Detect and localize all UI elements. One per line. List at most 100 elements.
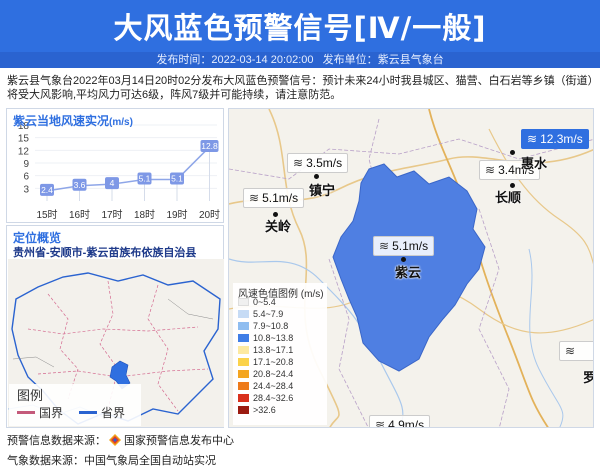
scale-item: 13.8~17.1 (238, 345, 293, 355)
scale-label: 7.9~10.8 (253, 321, 289, 331)
publish-unit: 发布单位：紫云县气象台 (322, 54, 444, 66)
scale-label: 5.4~7.9 (253, 309, 284, 319)
scale-swatch (238, 310, 249, 318)
city-huishui: 惠水 (521, 156, 548, 171)
legend-label: 省界 (101, 406, 126, 420)
warning-center-logo-icon (109, 434, 121, 446)
legend-item-province-border: 省界 (79, 404, 125, 421)
scale-item: >32.6 (238, 405, 276, 415)
scale-label: 0~5.4 (253, 297, 276, 307)
city-luo: 罗 (583, 367, 593, 386)
legend-title: 图例 (17, 388, 44, 403)
wind-icon: ≋ (565, 344, 576, 358)
legend-label: 国界 (39, 406, 64, 420)
scale-label: 24.4~28.4 (253, 381, 294, 391)
warning-description: 紫云县气象台2022年03月14日20时02分发布大风蓝色预警信号：预计未来24… (7, 75, 594, 101)
warning-source-line: 预警信息数据来源： 国家预警信息发布中心 (7, 432, 234, 448)
city-dot-zhenning (314, 174, 319, 179)
warning-source-label: 预警信息数据来源： (7, 435, 106, 447)
chart-title: 紫云当地风速实况(m/s) (13, 112, 133, 129)
wind-value: 5.1m/s (392, 239, 429, 253)
scale-item: 7.9~10.8 (238, 321, 288, 331)
scale-item: 24.4~28.4 (238, 381, 293, 391)
wind-value: 5.1m/s (262, 191, 299, 205)
legend-item-national-border: 国界 (17, 404, 63, 421)
wind-label-huishui[interactable]: ≋ 12.3m/s (521, 129, 589, 149)
weather-source-line: 气象数据来源：中国气象局全国自动站实况 (7, 455, 216, 467)
chart-unit: (m/s) (109, 117, 133, 128)
wind-icon: ≋ (379, 239, 390, 253)
scale-swatch (238, 394, 249, 402)
y-tick-label: 12 (18, 146, 30, 157)
wind-icon: ≋ (375, 418, 386, 428)
city-guanling: 关岭 (265, 219, 292, 234)
x-tick-label: 20时 (199, 209, 220, 221)
wind-label-south[interactable]: ≋ 4.9m/s (369, 415, 431, 428)
scale-item: 0~5.4 (238, 297, 276, 307)
scale-swatch (238, 370, 249, 378)
scale-item: 17.1~20.8 (238, 357, 293, 367)
scale-label: 28.4~32.6 (253, 393, 294, 403)
city-zhenning: 镇宁 (309, 183, 336, 198)
overview-legend: 图例 国界 省界 (9, 384, 141, 426)
wind-value: 4.9m/s (388, 418, 425, 428)
x-tick-label: 16时 (69, 209, 90, 221)
scale-swatch (238, 358, 249, 366)
wind-icon: ≋ (249, 191, 260, 205)
national-border-swatch (17, 411, 35, 414)
x-tick-label: 15时 (36, 209, 57, 221)
city-changshun: 长顺 (495, 190, 522, 205)
scale-label: 17.1~20.8 (253, 357, 294, 367)
scale-swatch (238, 322, 249, 330)
value-label: 4 (110, 178, 115, 188)
value-label: 5.1 (139, 173, 151, 183)
y-tick-label: 9 (23, 159, 29, 170)
warning-title: 大风蓝色预警信号[Ⅳ/一般] (113, 11, 487, 45)
chart-title-text: 紫云当地风速实况 (13, 114, 110, 128)
value-label: 3.6 (74, 180, 86, 190)
scale-item: 10.8~13.8 (238, 333, 293, 343)
city-dot-huishui (510, 150, 515, 155)
wind-label-zhenning[interactable]: ≋ 3.5m/s (287, 153, 349, 173)
series-line (46, 146, 211, 192)
scale-swatch (238, 346, 249, 354)
location-overview-panel: 定位概览 贵州省-安顺市-紫云苗族布依族自治县 图例 国界 省界 (6, 225, 224, 428)
y-tick-label: 3 (23, 184, 29, 195)
meta-bar: 发布时间：2022-03-14 20:02:00 发布单位：紫云县气象台 (0, 52, 600, 68)
scale-swatch (238, 298, 249, 306)
scale-swatch (238, 382, 249, 390)
header-banner: 大风蓝色预警信号[Ⅳ/一般] (0, 0, 600, 52)
wind-speed-scale-legend: 风速色值图例 (m/s) 0~5.4 5.4~7.9 7.9~10.8 10.8… (233, 283, 327, 425)
wind-value: 3.5m/s (306, 156, 343, 170)
scale-item: 20.8~24.4 (238, 369, 293, 379)
wind-icon: ≋ (527, 132, 538, 146)
wind-label-ziyun[interactable]: ≋ 5.1m/s (373, 236, 435, 256)
y-tick-label: 6 (23, 172, 29, 183)
wind-icon: ≋ (485, 163, 496, 177)
city-ziyun: 紫云 (395, 265, 422, 280)
wind-icon: ≋ (293, 156, 304, 170)
scale-swatch (238, 406, 249, 414)
x-tick-label: 17时 (101, 209, 122, 221)
province-border-swatch (79, 411, 97, 414)
wind-label-east-edge[interactable]: ≋ (559, 341, 593, 361)
publish-time: 发布时间：2022-03-14 20:02:00 (156, 54, 314, 66)
scale-item: 28.4~32.6 (238, 393, 293, 403)
y-tick-label: 15 (18, 134, 30, 145)
scale-label: 20.8~24.4 (253, 369, 294, 379)
scale-label: 13.8~17.1 (253, 345, 294, 355)
scale-swatch (238, 334, 249, 342)
scale-item: 5.4~7.9 (238, 309, 283, 319)
warning-source-name: 国家预警信息发布中心 (124, 435, 234, 447)
x-tick-label: 18时 (134, 209, 155, 221)
main-wind-map[interactable]: ≋ 12.3m/s ≋ 3.5m/s ≋ 3.4m/s ≋ 5.1m/s ≋ 5… (228, 108, 594, 428)
value-label: 5.1 (171, 173, 183, 183)
wind-value: 12.3m/s (540, 132, 583, 146)
wind-speed-chart-panel: 18 15 12 9 6 3 2.4 15时 3.6 16时 4 17时 5.1 18时 5.1 19时 12.… (6, 108, 224, 223)
location-subtitle: 贵州省-安顺市-紫云苗族布依族自治县 (13, 247, 197, 259)
x-tick-label: 19时 (166, 209, 187, 221)
value-label: 12.8 (201, 141, 218, 151)
scale-label: 10.8~13.8 (253, 333, 294, 343)
scale-label: >32.6 (253, 405, 276, 415)
wind-label-guanling[interactable]: ≋ 5.1m/s (243, 188, 305, 208)
